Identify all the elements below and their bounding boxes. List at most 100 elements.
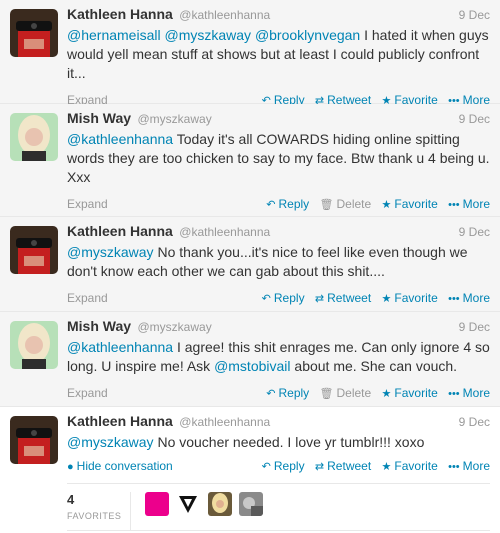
- favoriter-avatars: [145, 492, 266, 516]
- speech-bubble-icon: ●: [67, 461, 74, 473]
- tweet-text: @myszkaway No voucher needed. I love yr …: [67, 433, 490, 452]
- reply-button[interactable]: ↶ Reply: [266, 197, 309, 211]
- username[interactable]: @myszkaway: [138, 320, 212, 334]
- username[interactable]: @kathleenhanna: [179, 8, 270, 22]
- fullname[interactable]: Mish Way: [67, 318, 131, 334]
- reply-button[interactable]: ↶ Reply: [262, 459, 305, 473]
- more-button[interactable]: ••• More: [448, 386, 490, 400]
- favorites-bar: 4 FAVORITES: [67, 483, 490, 531]
- tweet-footer: ● Hide conversation ↶ Reply ⇄ Retweet ★ Favo…: [67, 455, 490, 479]
- reply-icon: ↶: [266, 388, 276, 400]
- tweet-header: Kathleen Hanna @kathleenhanna 9 Dec: [67, 6, 490, 25]
- timestamp[interactable]: 9 Dec: [459, 8, 490, 22]
- tweet-header: Kathleen Hanna @kathleenhanna 9 Dec: [67, 413, 490, 432]
- star-icon: ★: [381, 388, 392, 400]
- tweet[interactable]: Kathleen Hanna @kathleenhanna 9 Dec @her…: [0, 0, 500, 107]
- star-icon: ★: [381, 199, 392, 211]
- tweet-text: @kathleenhanna I agree! this shit enrage…: [67, 338, 490, 376]
- retweet-icon: ⇄: [314, 461, 325, 473]
- star-icon: ★: [381, 293, 392, 305]
- reply-icon: ↶: [261, 293, 271, 305]
- delete-button[interactable]: 🗑 Delete: [320, 386, 372, 400]
- fullname[interactable]: Kathleen Hanna: [67, 223, 173, 239]
- favorites-label: FAVORITES: [67, 511, 122, 521]
- favorite-button[interactable]: ★ Favorite: [382, 197, 438, 211]
- conversation-thread: Kathleen Hanna @kathleenhanna 9 Dec @her…: [0, 0, 500, 533]
- mention-link[interactable]: @myszkaway: [67, 434, 154, 450]
- tweet-text: @hernameisall @myszkaway @brooklynvegan …: [67, 26, 490, 83]
- tweet-actions: ↶ Reply ⇄ Retweet ★ Favorite ••• More: [255, 291, 490, 305]
- favoriter-avatar[interactable]: [239, 492, 264, 516]
- tweet[interactable]: Mish Way @myszkaway 9 Dec @kathleenhanna…: [0, 312, 500, 407]
- tweet[interactable]: Mish Way @myszkaway 9 Dec @kathleenhanna…: [0, 104, 500, 217]
- favorite-button[interactable]: ★ Favorite: [382, 459, 438, 473]
- favorite-button[interactable]: ★ Favorite: [382, 386, 438, 400]
- more-dots-icon: •••: [448, 461, 460, 473]
- tweet-footer: Expand ↶ Reply 🗑 Delete ★ Favorite ••• More: [67, 193, 490, 217]
- delete-button[interactable]: 🗑 Delete: [320, 197, 372, 211]
- avatar[interactable]: [10, 321, 58, 369]
- retweet-button[interactable]: ⇄ Retweet: [315, 291, 371, 305]
- tweet-actions: ↶ Reply ⇄ Retweet ★ Favorite ••• More: [255, 459, 490, 473]
- more-dots-icon: •••: [448, 388, 460, 400]
- more-button[interactable]: ••• More: [448, 291, 490, 305]
- fullname[interactable]: Mish Way: [67, 110, 131, 126]
- tweet-footer: Expand ↶ Reply 🗑 Delete ★ Favorite ••• More: [67, 382, 490, 406]
- tweet-header: Mish Way @myszkaway 9 Dec: [67, 110, 490, 129]
- reply-button[interactable]: ↶ Reply: [266, 386, 309, 400]
- mention-link[interactable]: @myszkaway: [164, 27, 251, 43]
- favoriter-avatar[interactable]: [145, 492, 169, 516]
- tweet-footer: Expand ↶ Reply ⇄ Retweet ★ Favorite ••• More: [67, 287, 490, 311]
- fullname[interactable]: Kathleen Hanna: [67, 6, 173, 22]
- username[interactable]: @myszkaway: [138, 112, 212, 126]
- timestamp[interactable]: 9 Dec: [459, 225, 490, 239]
- mention-link[interactable]: @kathleenhanna: [67, 339, 173, 355]
- fullname[interactable]: Kathleen Hanna: [67, 413, 173, 429]
- username[interactable]: @kathleenhanna: [179, 415, 270, 429]
- trash-icon: 🗑: [319, 388, 334, 400]
- tweet-body-end: about me. She can vouch.: [294, 358, 458, 374]
- tweet-body: No voucher needed. I love yr tumblr!!! x…: [157, 434, 425, 450]
- trash-icon: 🗑: [319, 199, 334, 211]
- mention-link[interactable]: @kathleenhanna: [67, 131, 173, 147]
- more-button[interactable]: ••• More: [448, 197, 490, 211]
- tweet-text: @kathleenhanna Today it's all COWARDS hi…: [67, 130, 490, 187]
- tweet-actions: ↶ Reply 🗑 Delete ★ Favorite ••• More: [259, 197, 490, 211]
- mention-link[interactable]: @mstobivail: [214, 358, 290, 374]
- favorites-count[interactable]: 4 FAVORITES: [67, 492, 131, 530]
- tweet-actions: ↶ Reply 🗑 Delete ★ Favorite ••• More: [259, 386, 490, 400]
- expand-link[interactable]: Expand: [67, 291, 108, 305]
- expand-link[interactable]: Expand: [67, 386, 108, 400]
- reply-button[interactable]: ↶ Reply: [262, 291, 305, 305]
- tweet-header: Kathleen Hanna @kathleenhanna 9 Dec: [67, 223, 490, 242]
- mention-link[interactable]: @hernameisall: [67, 27, 161, 43]
- timestamp[interactable]: 9 Dec: [459, 415, 490, 429]
- more-dots-icon: •••: [448, 293, 460, 305]
- favorite-button[interactable]: ★ Favorite: [382, 291, 438, 305]
- favoriter-avatar[interactable]: [207, 492, 232, 516]
- avatar[interactable]: [10, 9, 58, 57]
- username[interactable]: @kathleenhanna: [179, 225, 270, 239]
- reply-icon: ↶: [266, 199, 276, 211]
- tweet[interactable]: Kathleen Hanna @kathleenhanna 9 Dec @mys…: [0, 217, 500, 312]
- tweet-header: Mish Way @myszkaway 9 Dec: [67, 318, 490, 337]
- avatar[interactable]: [10, 416, 58, 464]
- retweet-icon: ⇄: [314, 293, 325, 305]
- avatar[interactable]: [10, 113, 58, 161]
- retweet-button[interactable]: ⇄ Retweet: [315, 459, 371, 473]
- favorites-number: 4: [67, 492, 75, 507]
- reply-icon: ↶: [261, 461, 271, 473]
- mention-link[interactable]: @myszkaway: [67, 244, 154, 260]
- star-icon: ★: [381, 461, 392, 473]
- timestamp[interactable]: 9 Dec: [459, 320, 490, 334]
- expand-link[interactable]: Expand: [67, 197, 108, 211]
- favoriter-avatar[interactable]: [176, 492, 201, 516]
- mention-link[interactable]: @brooklynvegan: [255, 27, 360, 43]
- more-button[interactable]: ••• More: [448, 459, 490, 473]
- avatar[interactable]: [10, 226, 58, 274]
- more-dots-icon: •••: [448, 199, 460, 211]
- timestamp[interactable]: 9 Dec: [459, 112, 490, 126]
- hide-conversation-link[interactable]: ● Hide conversation: [67, 459, 173, 473]
- tweet[interactable]: Kathleen Hanna @kathleenhanna 9 Dec @mys…: [0, 407, 500, 533]
- tweet-text: @myszkaway No thank you...it's nice to f…: [67, 243, 490, 281]
